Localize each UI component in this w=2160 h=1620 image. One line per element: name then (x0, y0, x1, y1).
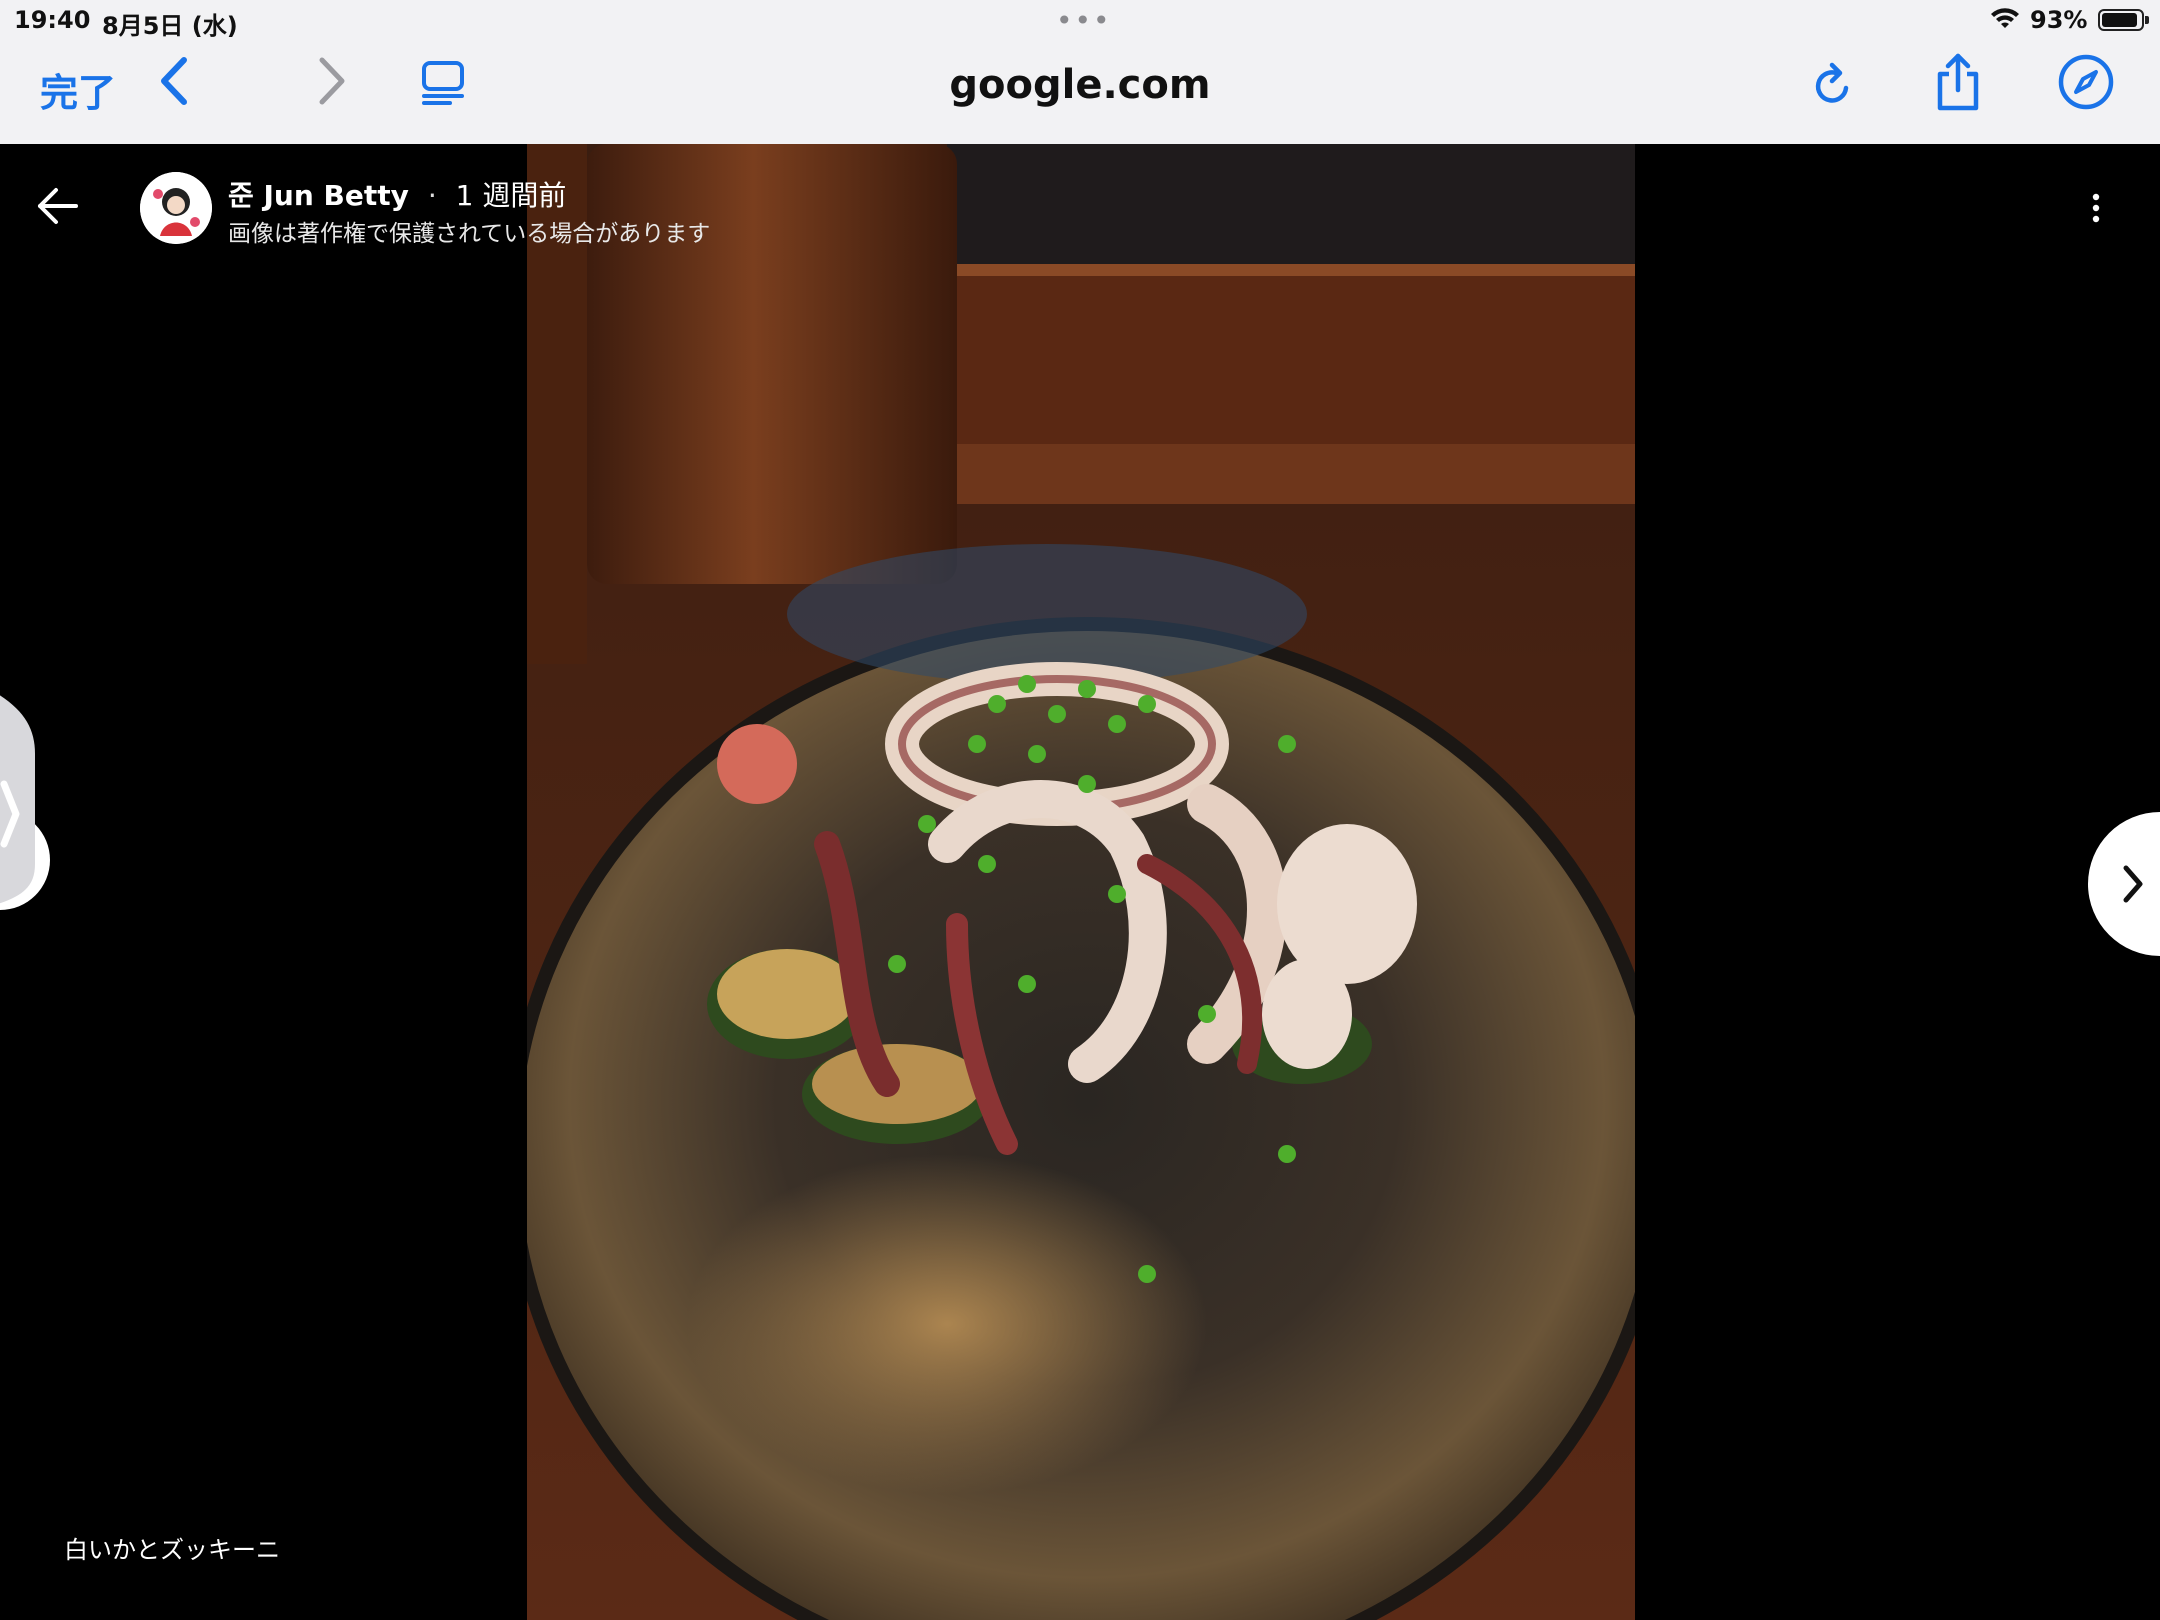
chevron-right-icon (2123, 865, 2143, 903)
reload-icon[interactable] (1810, 62, 1856, 110)
arrow-left-icon[interactable] (36, 186, 80, 226)
side-drawer-handle[interactable] (0, 674, 55, 954)
separator-dot: · (427, 179, 437, 212)
more-vertical-icon[interactable] (2086, 192, 2106, 224)
image-caption[interactable]: 白いかとズッキーニ (64, 1530, 280, 1565)
status-time: 19:40 (14, 6, 91, 34)
battery-percentage: 93% (2030, 6, 2088, 34)
image-viewer: 준 Jun Betty · 1 週間前 画像は著作権で保護されている場合がありま… (0, 144, 2160, 1620)
next-image-button[interactable] (2088, 812, 2160, 956)
battery-icon (2098, 9, 2149, 31)
copyright-notice: 画像は著作権で保護されている場合があります (228, 221, 711, 247)
share-icon[interactable] (1932, 52, 1984, 112)
posted-time: 1 週間前 (455, 179, 567, 212)
avatar[interactable] (140, 172, 212, 244)
tabs-icon[interactable] (420, 60, 466, 106)
back-icon[interactable] (156, 54, 192, 108)
address-bar[interactable]: google.com (900, 62, 1260, 108)
multitasking-dots[interactable]: ••• (1056, 4, 1112, 37)
food-photo[interactable] (527, 144, 1635, 1620)
wifi-icon (1991, 8, 2019, 28)
author-name[interactable]: 준 Jun Betty (228, 179, 409, 212)
compass-icon[interactable] (2056, 52, 2116, 112)
forward-icon[interactable] (314, 54, 350, 108)
battery-fill (2102, 13, 2138, 27)
status-bar: 19:40 8月5日 (水) ••• 93% (0, 0, 2160, 40)
author-line[interactable]: 준 Jun Betty · 1 週間前 (228, 174, 566, 214)
browser-toolbar: 完了 google.com (0, 40, 2160, 145)
status-date: 8月5日 (水) (102, 12, 238, 40)
done-button[interactable]: 完了 (40, 62, 116, 117)
